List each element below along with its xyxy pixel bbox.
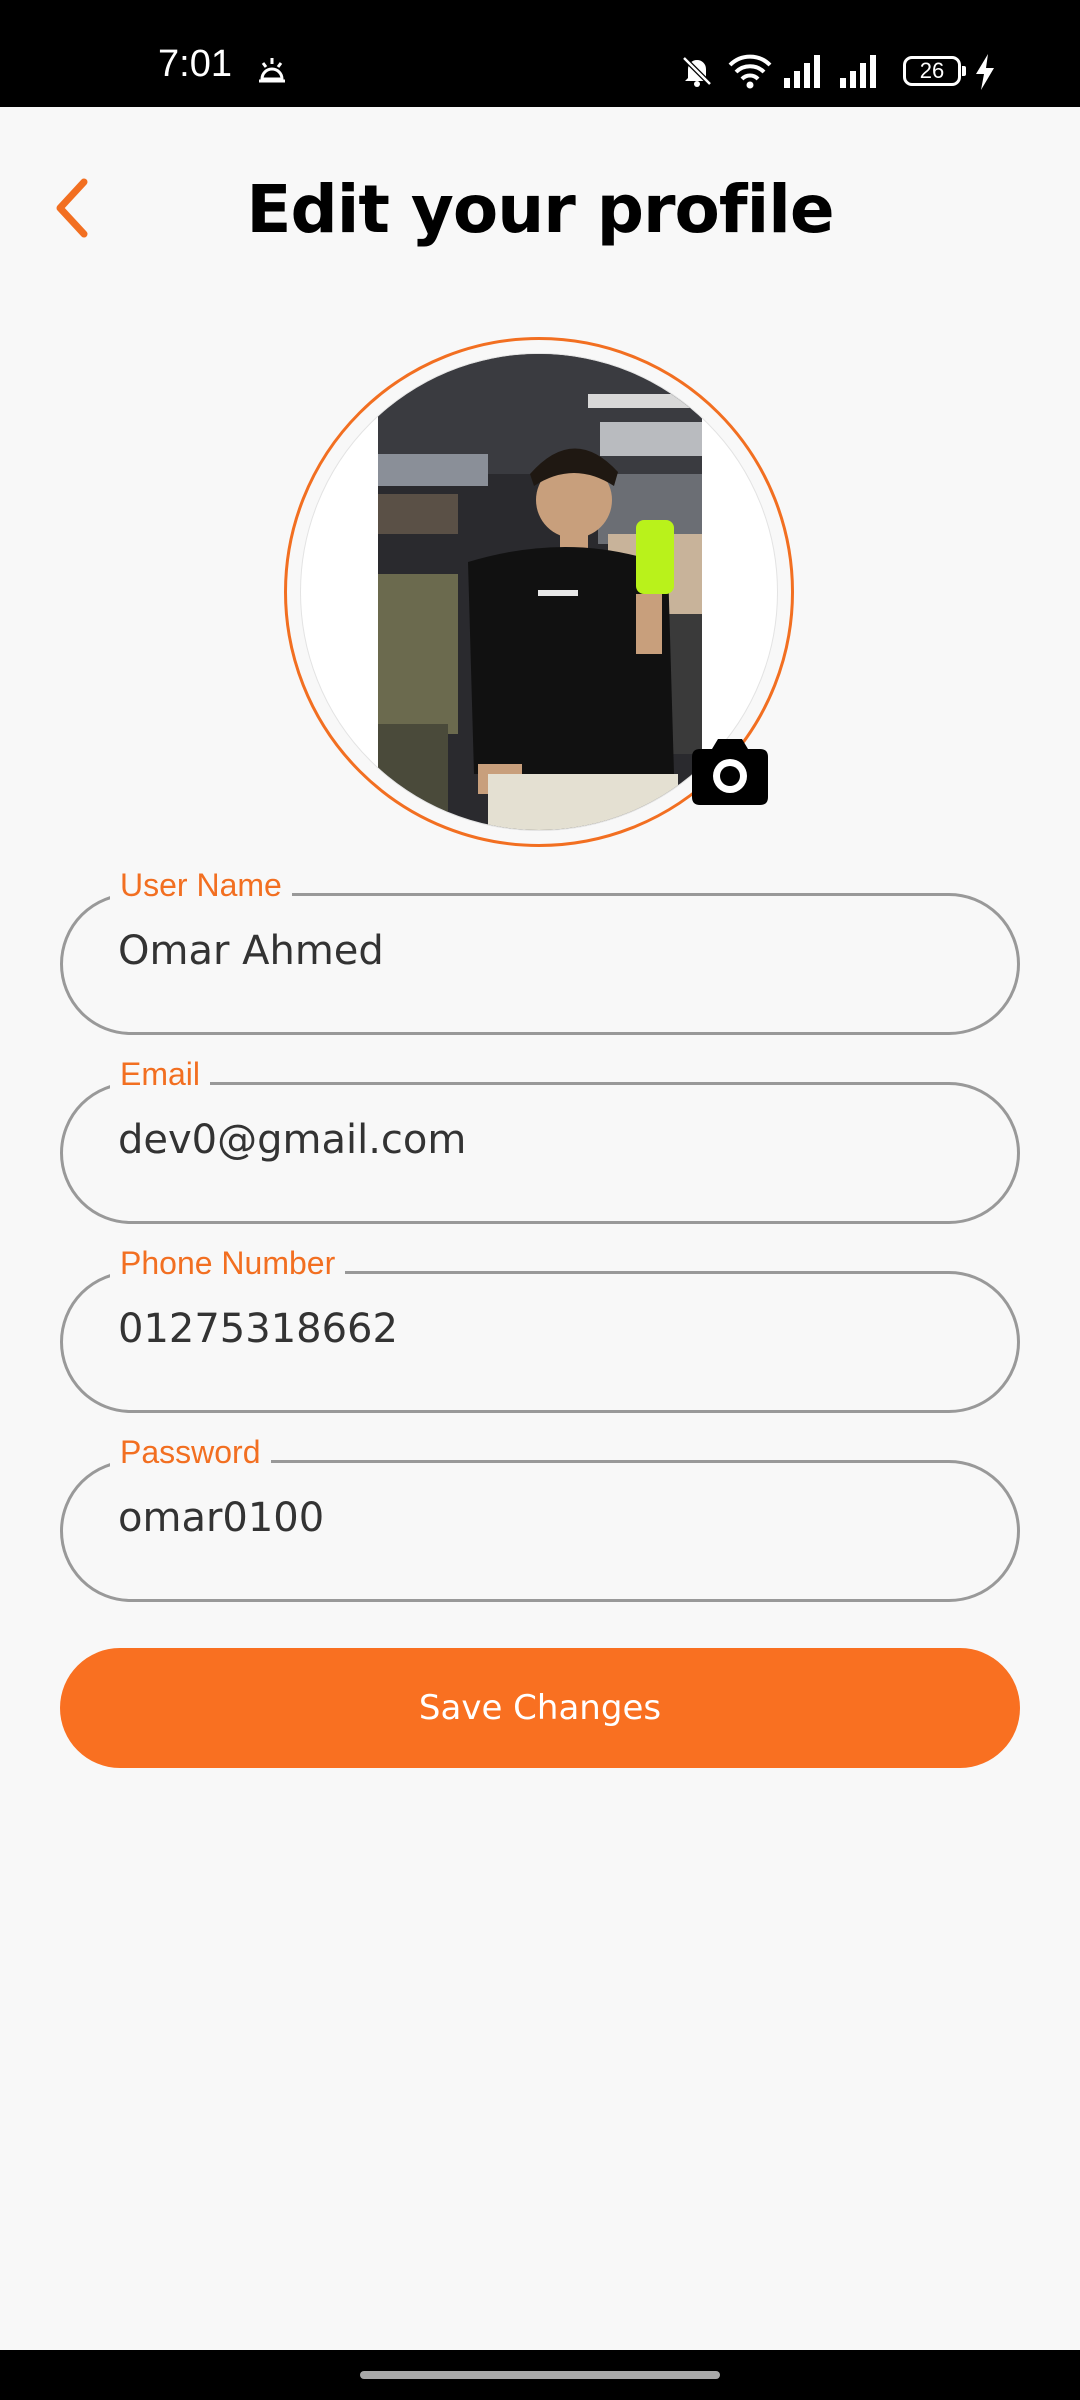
password-input[interactable] bbox=[118, 1488, 978, 1548]
email-label: Email bbox=[110, 1054, 211, 1094]
phone-label: Phone Number bbox=[110, 1243, 346, 1283]
alarm-icon bbox=[259, 58, 285, 83]
signal-icon bbox=[784, 55, 820, 88]
username-field[interactable]: User Name bbox=[60, 865, 1020, 1035]
status-bar: 7:01 26 bbox=[0, 0, 1080, 107]
phone-field[interactable]: Phone Number bbox=[60, 1243, 1020, 1413]
battery-icon: 26 bbox=[903, 56, 966, 86]
navigation-bar bbox=[0, 2350, 1080, 2400]
save-changes-button[interactable]: Save Changes bbox=[60, 1648, 1020, 1768]
signal-icon bbox=[840, 55, 876, 88]
password-label: Password bbox=[110, 1432, 271, 1472]
camera-icon bbox=[692, 739, 768, 805]
email-input[interactable] bbox=[118, 1110, 978, 1170]
change-photo-button[interactable] bbox=[688, 735, 772, 809]
home-indicator[interactable] bbox=[360, 2371, 720, 2379]
status-time: 7:01 bbox=[158, 43, 232, 85]
email-field[interactable]: Email bbox=[60, 1054, 1020, 1224]
username-label: User Name bbox=[110, 865, 292, 905]
page-title: Edit your profile bbox=[246, 171, 834, 248]
username-input[interactable] bbox=[118, 921, 978, 981]
password-field[interactable]: Password bbox=[60, 1432, 1020, 1602]
bell-off-icon bbox=[682, 56, 712, 87]
charging-icon bbox=[976, 54, 994, 90]
phone-input[interactable] bbox=[118, 1299, 978, 1359]
wifi-icon bbox=[728, 54, 772, 89]
profile-photo bbox=[378, 354, 702, 830]
